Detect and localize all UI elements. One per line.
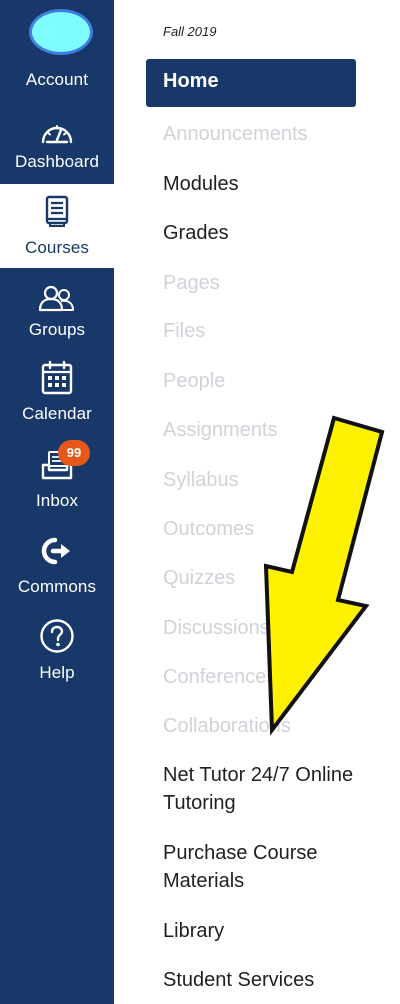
course-link-people[interactable]: People bbox=[163, 367, 383, 395]
course-link-home-active[interactable]: Home bbox=[146, 59, 356, 107]
nav-item-account[interactable]: Account bbox=[0, 0, 114, 98]
course-link-announcements[interactable]: Announcements bbox=[163, 120, 383, 148]
avatar[interactable] bbox=[29, 9, 93, 55]
course-link-outcomes[interactable]: Outcomes bbox=[163, 515, 383, 543]
nav-label-inbox: Inbox bbox=[35, 491, 79, 510]
course-link-modules[interactable]: Modules bbox=[163, 170, 383, 198]
groups-icon bbox=[38, 285, 74, 312]
nav-label-help: Help bbox=[39, 663, 75, 682]
course-link-assignments[interactable]: Assignments bbox=[163, 416, 383, 444]
course-link-files[interactable]: Files bbox=[163, 317, 383, 345]
nav-label-calendar: Calendar bbox=[22, 404, 92, 423]
nav-item-courses[interactable]: Courses bbox=[0, 184, 114, 268]
course-link-discussions[interactable]: Discussions bbox=[163, 614, 383, 642]
course-link-grades[interactable]: Grades bbox=[163, 219, 383, 247]
course-link-syllabus[interactable]: Syllabus bbox=[163, 466, 383, 494]
course-link-conferences[interactable]: Conferences bbox=[163, 663, 383, 691]
canvas-page: Account Dashboard Courses Groups Calenda… bbox=[0, 0, 400, 1004]
nav-item-dashboard[interactable]: Dashboard bbox=[0, 98, 114, 184]
course-term: Fall 2019 bbox=[163, 24, 217, 39]
course-link-collaborations[interactable]: Collaborations bbox=[163, 712, 383, 740]
help-icon bbox=[40, 619, 74, 653]
nav-item-calendar[interactable]: Calendar bbox=[0, 354, 114, 440]
dashboard-icon bbox=[41, 125, 73, 144]
nav-item-groups[interactable]: Groups bbox=[0, 268, 114, 354]
global-nav: Account Dashboard Courses Groups Calenda… bbox=[0, 0, 114, 1004]
course-link-pages[interactable]: Pages bbox=[163, 269, 383, 297]
course-link-student-services[interactable]: Student Services bbox=[163, 966, 383, 994]
nav-label-courses: Courses bbox=[24, 238, 89, 257]
nav-item-inbox[interactable]: Inbox bbox=[0, 440, 114, 526]
commons-icon bbox=[41, 537, 70, 565]
nav-item-help[interactable]: Help bbox=[0, 612, 114, 698]
inbox-unread-badge: 99 bbox=[58, 440, 90, 466]
nav-label-dashboard: Dashboard bbox=[14, 152, 100, 171]
course-link-library[interactable]: Library bbox=[163, 917, 383, 945]
course-link-home-label: Home bbox=[163, 70, 219, 92]
courses-icon bbox=[45, 195, 69, 227]
course-link-quizzes[interactable]: Quizzes bbox=[163, 564, 383, 592]
calendar-icon bbox=[41, 360, 73, 395]
nav-label-account: Account bbox=[25, 70, 89, 89]
nav-label-groups: Groups bbox=[28, 320, 86, 339]
nav-label-commons: Commons bbox=[17, 577, 97, 596]
course-link-net-tutor[interactable]: Net Tutor 24/7 Online Tutoring bbox=[163, 761, 363, 817]
nav-item-commons[interactable]: Commons bbox=[0, 526, 114, 612]
course-link-purchase-materials[interactable]: Purchase Course Materials bbox=[163, 839, 363, 895]
